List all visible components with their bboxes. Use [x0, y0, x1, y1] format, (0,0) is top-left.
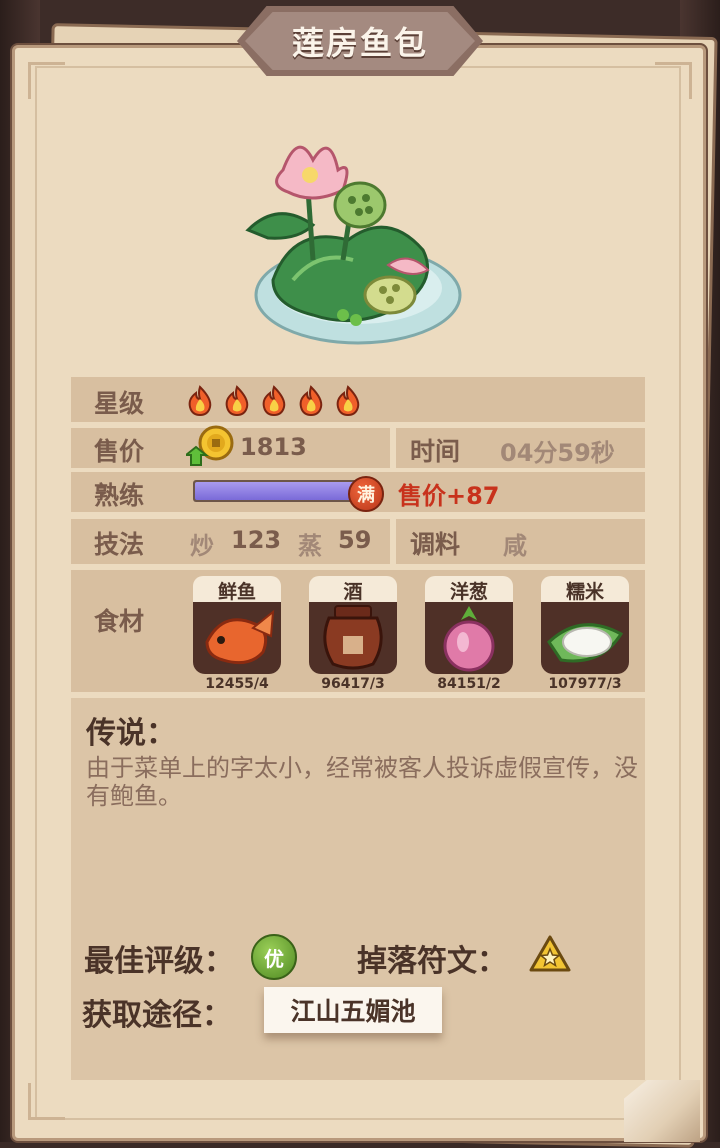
proficiency-label: 熟练 [94, 481, 145, 510]
wine-jar-icon [323, 605, 383, 670]
ingredient-slot [425, 602, 513, 674]
onion-icon [443, 606, 495, 672]
flame-icon [299, 385, 323, 417]
ingredient-slot [193, 602, 281, 674]
coin-upgrade-icon [186, 425, 234, 466]
grade-badge: 优 [251, 934, 297, 980]
ingredient-count: 107977/3 [548, 676, 622, 692]
proficiency-bar-fill [195, 482, 355, 500]
legend-text: 由于菜单上的字太小，经常被客人投诉虚假宣传，没有鲍鱼。 [86, 754, 638, 810]
full-badge: 满 [348, 476, 384, 512]
price-value: 1813 [240, 433, 307, 461]
title-plaque-inner: 莲房鱼包 [245, 12, 475, 70]
ingredient-count: 96417/3 [321, 676, 385, 692]
ingredients-label: 食材 [94, 607, 145, 636]
flame-icon [262, 385, 286, 417]
flame-icon [336, 385, 360, 417]
ingredient-name: 酒 [309, 576, 397, 604]
ingredient-name: 洋葱 [425, 576, 513, 604]
ingredient-count: 12455/4 [205, 676, 269, 692]
technique-label: 技法 [94, 530, 145, 559]
drop-rune-label: 掉落符文： [357, 944, 507, 979]
corner-ornament [28, 1083, 65, 1120]
technique-2-name: 蒸 [298, 532, 322, 560]
seasoning-label: 调料 [410, 530, 461, 559]
best-rating-label: 最佳评级： [84, 944, 234, 979]
rune-icon[interactable] [528, 934, 572, 974]
corner-ornament [655, 62, 692, 99]
source-label: 获取途径： [82, 998, 232, 1033]
price-bonus: 售价+87 [398, 482, 500, 510]
legend-title: 传说： [86, 716, 176, 751]
flame-icon [188, 385, 212, 417]
corner-ornament [28, 62, 65, 99]
page-curl-icon[interactable] [624, 1080, 700, 1142]
technique-1-value: 123 [231, 526, 282, 554]
dish-image [245, 145, 462, 345]
rice-icon [547, 623, 624, 663]
ingredient-slot [309, 602, 397, 674]
ingredient-name: 鲜鱼 [193, 576, 281, 604]
time-value: 04分59秒 [500, 439, 615, 467]
source-button[interactable]: 江山五媚池 [264, 987, 442, 1033]
ingredient-slot [541, 602, 629, 674]
flame-icon [225, 385, 249, 417]
ingredient-count: 84151/2 [437, 676, 501, 692]
fish-icon [205, 609, 275, 665]
technique-1-name: 炒 [190, 532, 214, 560]
dish-title: 莲房鱼包 [291, 24, 428, 62]
price-label: 售价 [94, 437, 145, 466]
technique-2-value: 59 [338, 526, 372, 554]
ingredient-name: 糯米 [541, 576, 629, 604]
seasoning-value: 咸 [503, 532, 527, 560]
star-label: 星级 [94, 389, 145, 418]
time-label: 时间 [410, 437, 461, 466]
